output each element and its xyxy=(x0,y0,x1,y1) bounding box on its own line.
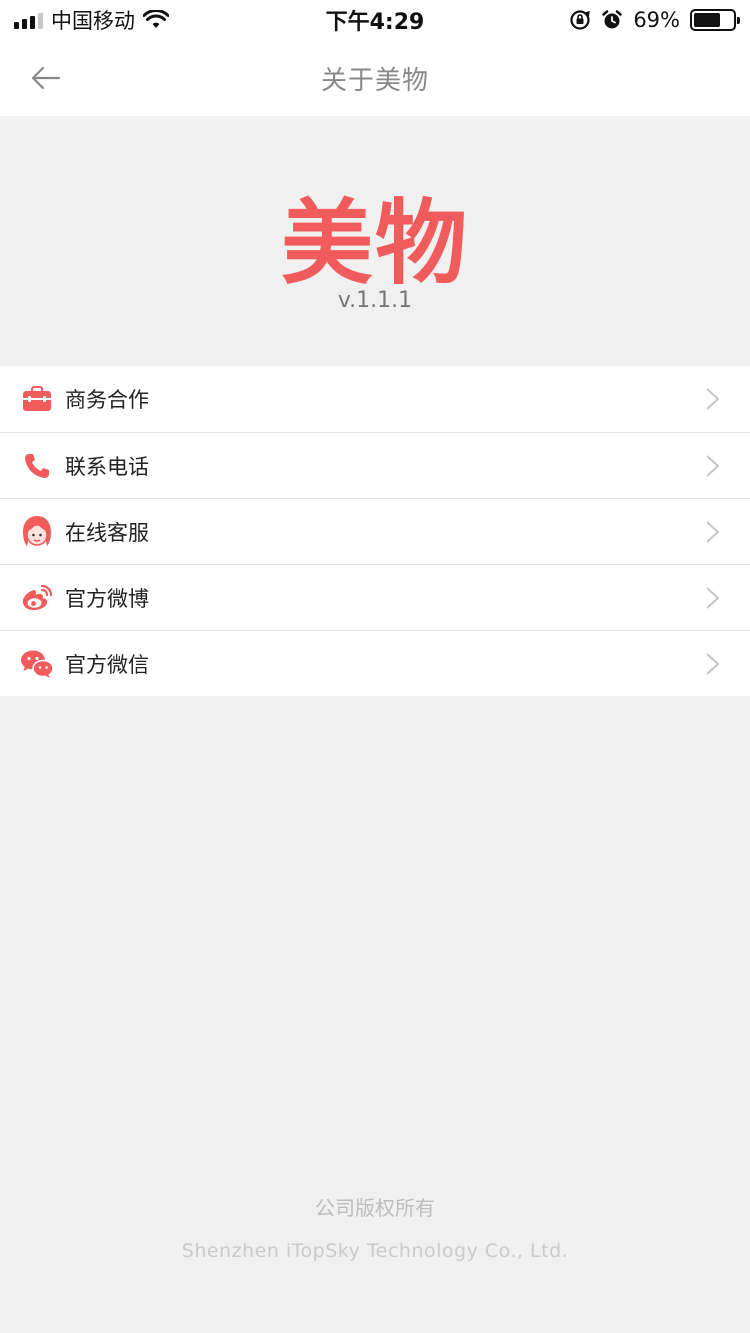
about-page: 中国移动 下午4:29 69% 关于美物 美物 v.1.1.1 商务合作 联系电… xyxy=(0,0,750,1333)
signal-icon xyxy=(14,11,43,29)
app-version: v.1.1.1 xyxy=(337,288,413,313)
menu-item-official-weibo[interactable]: 官方微博 xyxy=(0,564,750,630)
menu-item-official-wechat[interactable]: 官方微信 xyxy=(0,630,750,696)
app-logo: 美物 xyxy=(280,190,469,297)
menu-item-business-cooperation[interactable]: 商务合作 xyxy=(0,366,750,432)
wechat-icon xyxy=(20,647,54,681)
page-title: 关于美物 xyxy=(320,65,429,96)
menu-item-label: 联系电话 xyxy=(65,454,149,479)
wifi-icon xyxy=(143,10,169,28)
chevron-right-icon xyxy=(706,521,720,543)
weibo-icon xyxy=(20,581,54,615)
menu-item-label: 官方微博 xyxy=(65,586,149,611)
carrier-name: 中国移动 xyxy=(51,9,135,33)
phone-icon xyxy=(20,449,54,483)
menu-item-contact-phone[interactable]: 联系电话 xyxy=(0,432,750,498)
menu-item-label: 在线客服 xyxy=(65,520,149,545)
back-button[interactable] xyxy=(24,56,68,100)
navigation-bar: 关于美物 xyxy=(0,40,750,116)
chevron-right-icon xyxy=(706,455,720,477)
app-info-header: 美物 v.1.1.1 xyxy=(0,116,750,366)
chevron-right-icon xyxy=(706,587,720,609)
status-left: 中国移动 xyxy=(14,5,264,35)
customer-service-icon xyxy=(20,515,54,549)
rotation-lock-icon xyxy=(570,10,591,30)
briefcase-icon xyxy=(20,382,54,416)
status-bar: 中国移动 下午4:29 69% xyxy=(0,0,750,40)
menu-item-label: 商务合作 xyxy=(65,388,149,412)
battery-percent: 69% xyxy=(633,8,680,32)
chevron-right-icon xyxy=(706,388,720,410)
menu-list: 商务合作 联系电话 在线客服 官方微博 官方微信 xyxy=(0,366,750,696)
menu-item-online-service[interactable]: 在线客服 xyxy=(0,498,750,564)
battery-level-fill xyxy=(694,13,721,27)
alarm-icon xyxy=(602,10,623,29)
footer-company-name: Shenzhen iTopSky Technology Co., Ltd. xyxy=(181,1240,569,1262)
battery-icon xyxy=(690,9,740,31)
status-right: 69% xyxy=(569,8,740,32)
footer-copyright: 公司版权所有 xyxy=(315,1196,435,1220)
back-arrow-icon xyxy=(31,66,61,90)
chevron-right-icon xyxy=(706,653,720,675)
menu-item-label: 官方微信 xyxy=(65,652,149,677)
